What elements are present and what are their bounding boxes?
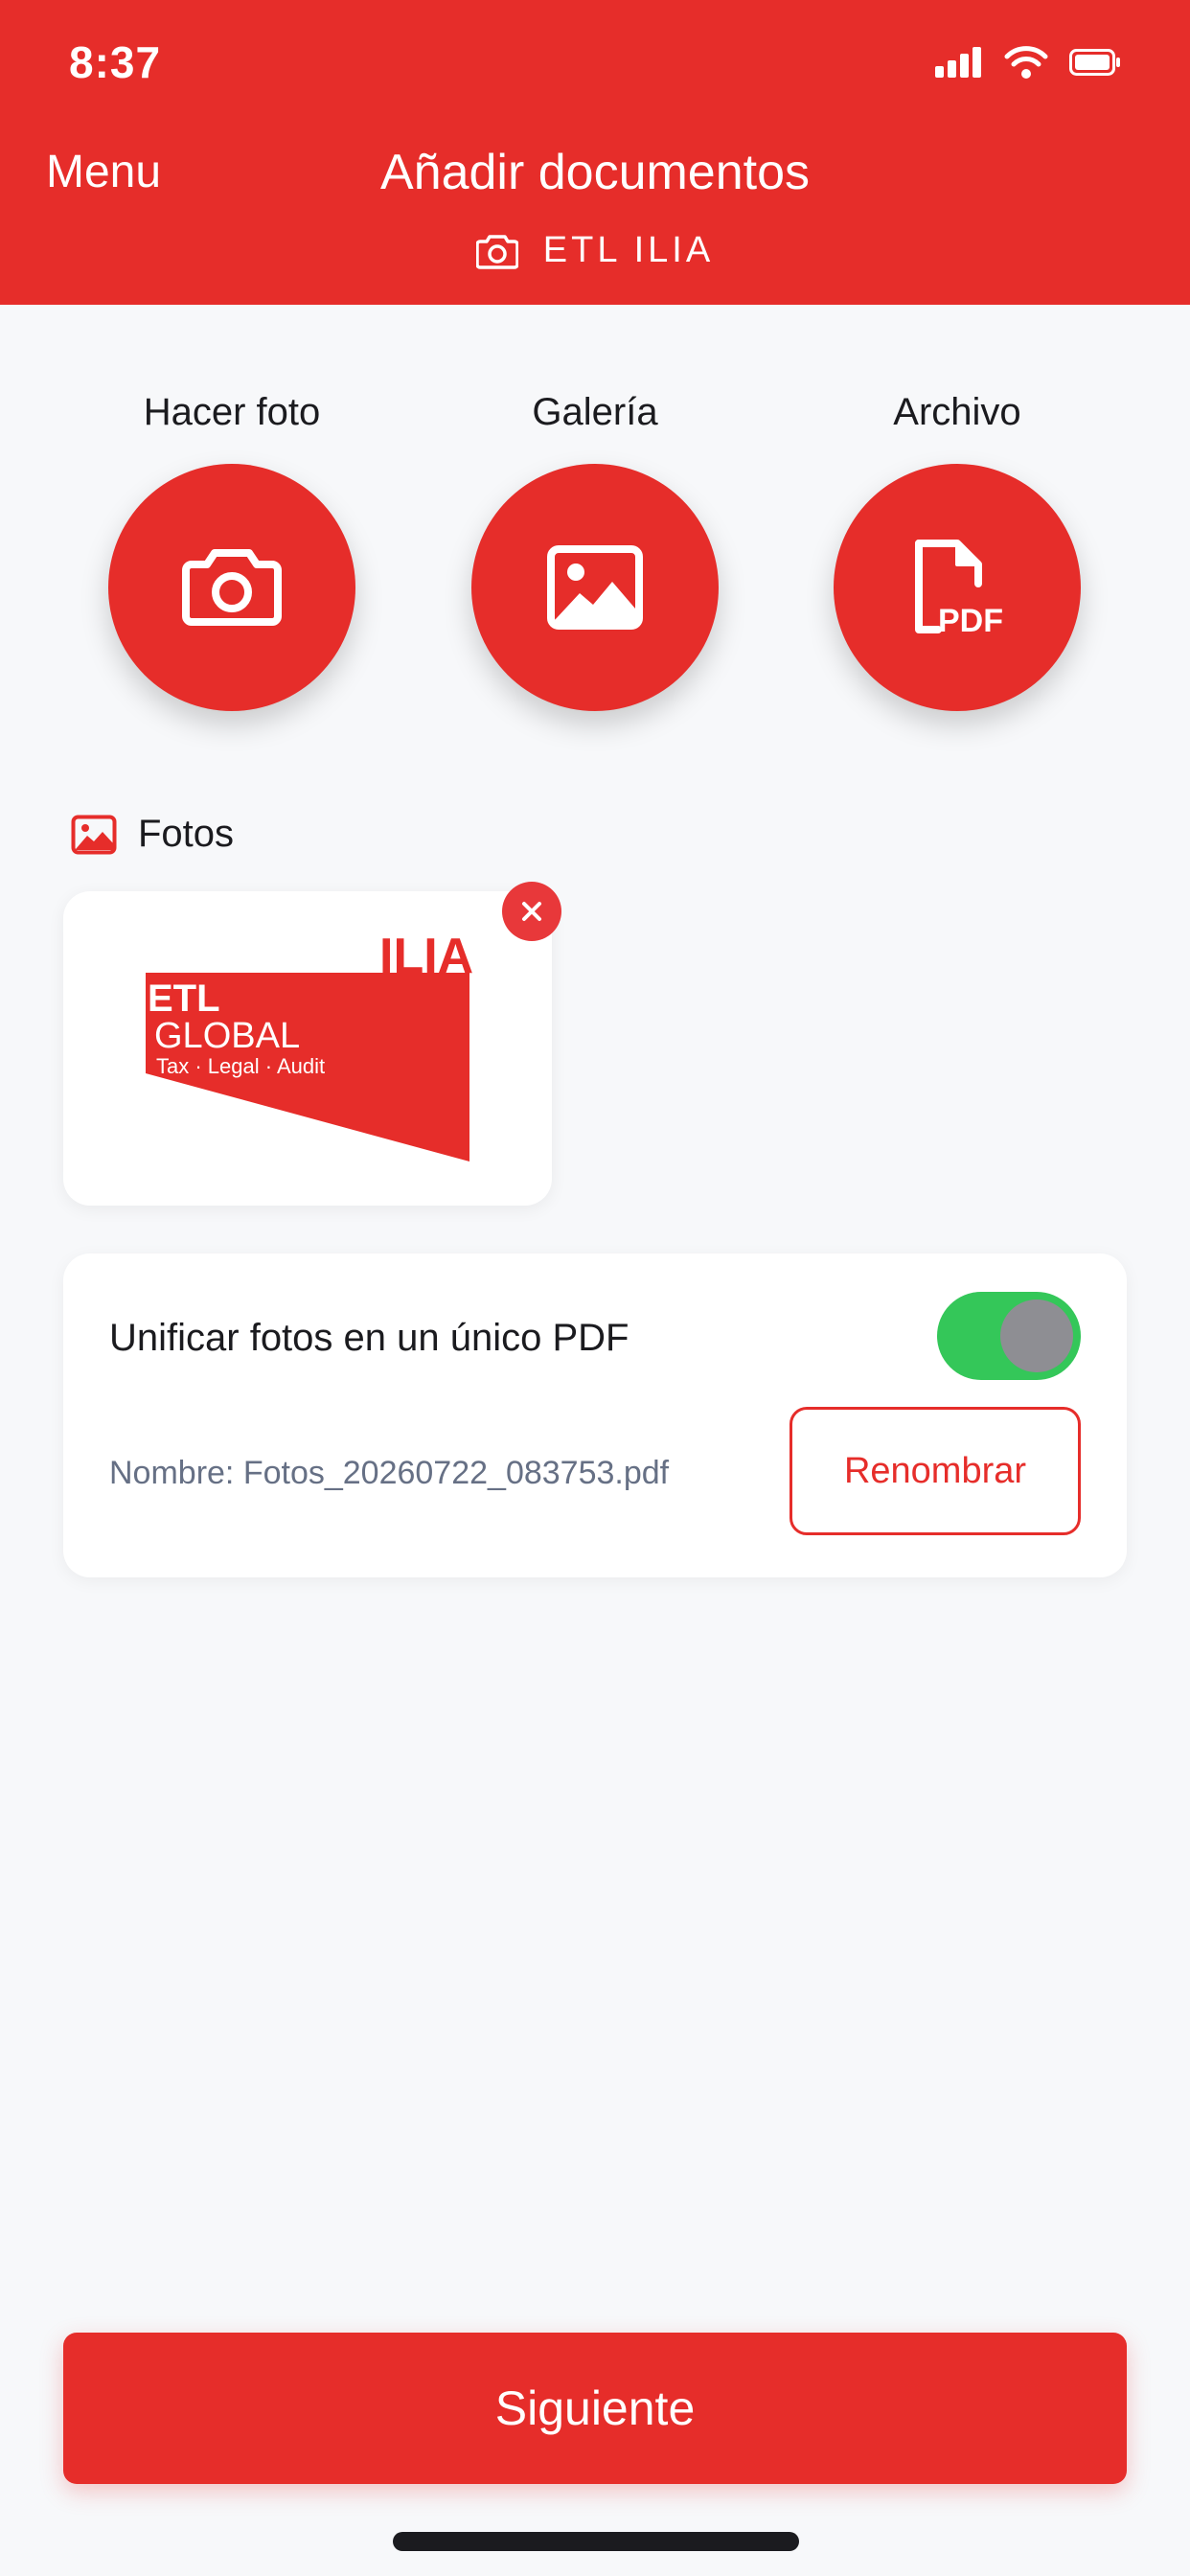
home-indicator <box>393 2532 799 2551</box>
cellular-signal-icon <box>935 47 981 78</box>
svg-text:PDF: PDF <box>938 603 1003 637</box>
pdf-file-name: Nombre: Fotos_20260722_083753.pdf <box>109 1455 670 1491</box>
status-icons <box>935 46 1121 79</box>
gallery-action: Galería <box>451 391 739 711</box>
remove-photo-button[interactable] <box>502 882 561 941</box>
svg-text:Tax · Legal · Audit: Tax · Legal · Audit <box>156 1054 325 1078</box>
close-icon <box>522 902 541 921</box>
file-button[interactable]: PDF <box>834 464 1081 711</box>
take-photo-label: Hacer foto <box>143 391 321 433</box>
wifi-icon <box>1004 46 1048 79</box>
camera-icon <box>182 549 282 626</box>
take-photo-button[interactable] <box>108 464 355 711</box>
take-photo-action: Hacer foto <box>88 391 376 711</box>
image-icon <box>71 815 117 854</box>
status-time: 8:37 <box>69 37 162 87</box>
svg-text:ETL: ETL <box>148 978 220 1020</box>
camera-icon <box>475 234 518 269</box>
file-label: Archivo <box>893 391 1021 433</box>
merge-pdf-label: Unificar fotos en un único PDF <box>109 1317 629 1359</box>
company-name: ETL ILIA <box>542 230 715 270</box>
merge-pdf-card: Unificar fotos en un único PDF Nombre: F… <box>63 1254 1127 1577</box>
gallery-button[interactable] <box>471 464 719 711</box>
photos-section-header: Fotos <box>71 813 234 856</box>
merge-pdf-toggle[interactable] <box>937 1292 1081 1380</box>
app-header: 8:37 Menu Añadir documentos ETL ILIA <box>0 0 1190 305</box>
toggle-knob <box>1000 1300 1073 1372</box>
screen: 8:37 Menu Añadir documentos ETL ILIA Hac… <box>0 0 1190 2576</box>
pdf-file-icon: PDF <box>915 540 1003 637</box>
company-subtitle: ETL ILIA <box>0 230 1190 271</box>
image-icon <box>547 545 643 630</box>
page-title: Añadir documentos <box>379 145 811 200</box>
file-action: Archivo PDF <box>813 391 1101 711</box>
rename-button[interactable]: Renombrar <box>790 1407 1081 1535</box>
svg-text:ILIA: ILIA <box>379 929 473 984</box>
photo-thumbnail[interactable]: ILIA ETL GLOBAL Tax · Legal · Audit <box>63 891 552 1206</box>
battery-icon <box>1069 49 1120 76</box>
next-button[interactable]: Siguiente <box>63 2333 1127 2484</box>
photos-section-title: Fotos <box>138 813 235 855</box>
etl-global-logo: ILIA ETL GLOBAL Tax · Legal · Audit <box>146 929 473 1162</box>
svg-text:GLOBAL: GLOBAL <box>154 1016 300 1056</box>
gallery-label: Galería <box>532 391 658 433</box>
